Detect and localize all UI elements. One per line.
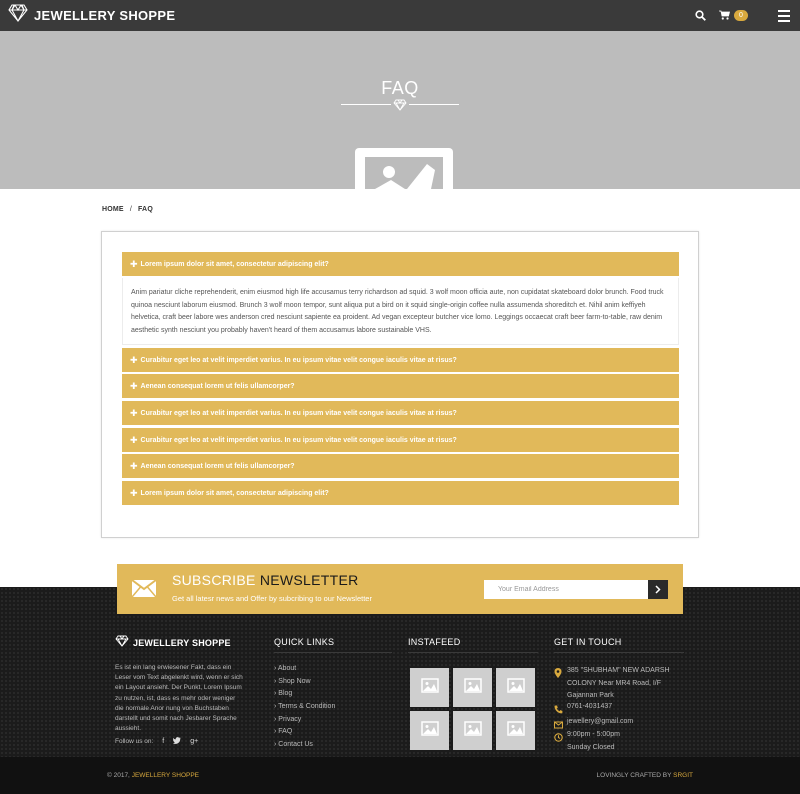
quick-links-list: › About › Shop Now › Blog › Terms & Cond… bbox=[274, 663, 335, 752]
plus-icon: ✚ bbox=[130, 434, 138, 445]
faq-answer: Anim pariatur cliche reprehenderit, enim… bbox=[122, 278, 679, 345]
chevron-right-icon bbox=[655, 581, 661, 599]
faq-question-2[interactable]: ✚ Curabitur eget leo at velit imperdiet v… bbox=[122, 348, 679, 372]
brand-name: JEWELLERY SHOPPE bbox=[34, 8, 176, 23]
footer-link-faq[interactable]: › FAQ bbox=[274, 726, 335, 739]
get-in-touch-divider bbox=[554, 652, 684, 653]
footer-link-blog[interactable]: › Blog bbox=[274, 688, 335, 701]
newsletter-submit-button[interactable] bbox=[648, 580, 668, 599]
clock-icon bbox=[554, 729, 564, 754]
insta-thumbnail[interactable] bbox=[496, 711, 535, 750]
google-plus-icon[interactable]: g+ bbox=[190, 738, 198, 745]
footer-about-text: Es ist ein lang erwiesener Fakt, dass ei… bbox=[115, 664, 243, 733]
insta-thumbnail[interactable] bbox=[410, 711, 449, 750]
footer-link-shop-now[interactable]: › Shop Now bbox=[274, 676, 335, 689]
hero-divider-left bbox=[341, 104, 391, 105]
get-in-touch-title: GET IN TOUCH bbox=[554, 637, 622, 647]
footer-brand-name: JEWELLERY SHOPPE bbox=[133, 638, 231, 648]
insta-thumbnail[interactable] bbox=[410, 668, 449, 707]
instafeed-title: INSTAFEED bbox=[408, 637, 461, 647]
plus-icon: ✚ bbox=[130, 258, 138, 269]
image-placeholder-icon bbox=[355, 148, 453, 189]
faq-question-7[interactable]: ✚ Lorem ipsum dolor sit amet, consectetur… bbox=[122, 481, 679, 505]
image-placeholder-icon bbox=[463, 720, 482, 741]
cart-icon bbox=[719, 7, 731, 25]
social-links: Follow us on: f g+ bbox=[115, 737, 198, 746]
instafeed-divider bbox=[408, 652, 538, 653]
plus-icon: ✚ bbox=[130, 380, 138, 391]
footer-link-privacy[interactable]: › Privacy bbox=[274, 714, 335, 727]
diamond-divider-icon bbox=[393, 98, 407, 116]
page-title: FAQ bbox=[381, 78, 419, 98]
diamond-logo-icon bbox=[8, 4, 28, 27]
footer-link-terms[interactable]: › Terms & Condition bbox=[274, 701, 335, 714]
newsletter-title: SUBSCRIBE NEWSLETTER bbox=[172, 572, 359, 588]
quick-links-title: QUICK LINKS bbox=[274, 637, 335, 647]
insta-thumbnail[interactable] bbox=[496, 668, 535, 707]
footer-link-contact-us[interactable]: › Contact Us bbox=[274, 739, 335, 752]
breadcrumb: HOME / FAQ bbox=[102, 206, 153, 213]
footer-bottom-bar: © 2017, JEWELLERY SHOPPE LOVINGLY CRAFTE… bbox=[0, 757, 800, 794]
contact-hours: 9:00pm - 5:00pm Sunday Closed bbox=[554, 729, 620, 754]
plus-icon: ✚ bbox=[130, 354, 138, 365]
hero-divider-right bbox=[409, 104, 459, 105]
footer-link-about[interactable]: › About bbox=[274, 663, 335, 676]
breadcrumb-current: FAQ bbox=[137, 206, 153, 213]
twitter-icon[interactable] bbox=[172, 737, 182, 746]
top-navbar: JEWELLERY SHOPPE 0 bbox=[0, 0, 800, 31]
menu-icon[interactable] bbox=[778, 9, 790, 22]
cart-button[interactable]: 0 bbox=[719, 7, 748, 25]
page-hero: FAQ bbox=[0, 31, 800, 189]
search-icon[interactable] bbox=[695, 9, 709, 23]
copyright-brand-link[interactable]: JEWELLERY SHOPPE bbox=[132, 772, 199, 779]
quick-links-divider bbox=[274, 652, 392, 653]
location-pin-icon bbox=[554, 665, 564, 703]
cart-count-badge: 0 bbox=[734, 10, 748, 21]
faq-question-4[interactable]: ✚ Curabitur eget leo at velit imperdiet v… bbox=[122, 401, 679, 425]
envelope-icon bbox=[131, 579, 157, 603]
follow-label: Follow us on: bbox=[115, 738, 154, 745]
footer-brand[interactable]: JEWELLERY SHOPPE bbox=[115, 634, 231, 652]
newsletter-banner: SUBSCRIBE NEWSLETTER Get all latesr news… bbox=[117, 564, 683, 614]
brand-logo[interactable]: JEWELLERY SHOPPE bbox=[8, 4, 175, 27]
plus-icon: ✚ bbox=[130, 487, 138, 498]
diamond-logo-icon bbox=[115, 634, 129, 652]
breadcrumb-home[interactable]: HOME bbox=[102, 206, 124, 213]
insta-thumbnail[interactable] bbox=[453, 711, 492, 750]
faq-question-3[interactable]: ✚ Aenean consequat lorem ut felis ullamco… bbox=[122, 374, 679, 398]
image-placeholder-icon bbox=[420, 720, 439, 741]
plus-icon: ✚ bbox=[130, 460, 138, 471]
newsletter-subtitle: Get all latesr news and Offer by subcrib… bbox=[172, 594, 372, 603]
facebook-icon[interactable]: f bbox=[162, 738, 164, 745]
credits-brand-link[interactable]: SRGIT bbox=[673, 772, 693, 779]
image-placeholder-icon bbox=[463, 677, 482, 698]
image-placeholder-icon bbox=[506, 677, 525, 698]
image-placeholder-icon bbox=[420, 677, 439, 698]
faq-question-6[interactable]: ✚ Aenean consequat lorem ut felis ullamco… bbox=[122, 454, 679, 478]
breadcrumb-separator: / bbox=[129, 206, 132, 213]
contact-address: 385 "SHUBHAM" NEW ADARSH COLONY Near MR4… bbox=[554, 665, 670, 703]
copyright-text: © 2017, JEWELLERY SHOPPE bbox=[107, 772, 200, 779]
credits-text: LOVINGLY CRAFTED BY SRGIT bbox=[596, 772, 693, 779]
newsletter-email-input[interactable] bbox=[484, 580, 649, 599]
faq-question-5[interactable]: ✚ Curabitur eget leo at velit imperdiet v… bbox=[122, 428, 679, 452]
plus-icon: ✚ bbox=[130, 407, 138, 418]
image-placeholder-icon bbox=[506, 720, 525, 741]
faq-question-1[interactable]: ✚ Lorem ipsum dolor sit amet, consectetur… bbox=[122, 252, 679, 276]
faq-accordion: ✚ Lorem ipsum dolor sit amet, consectetur… bbox=[101, 231, 699, 538]
insta-thumbnail[interactable] bbox=[453, 668, 492, 707]
